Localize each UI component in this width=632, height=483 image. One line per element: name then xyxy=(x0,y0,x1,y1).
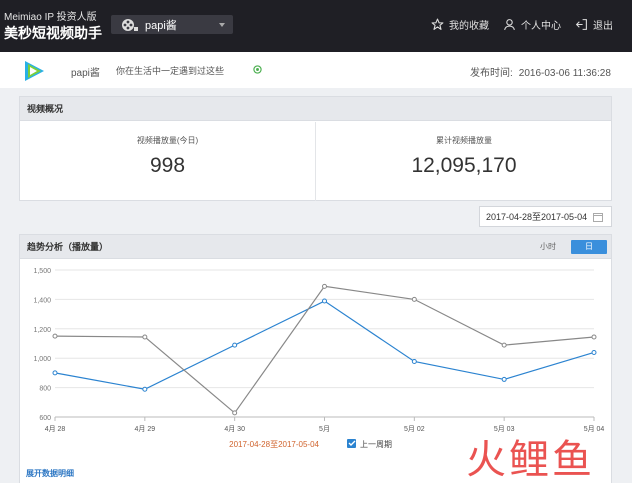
logout-label: 退出 xyxy=(593,21,613,32)
legend-previous-label: 上一周期 xyxy=(360,440,392,449)
brand-title: 美秒短视频助手 xyxy=(4,25,102,41)
trend-line-chart: 1,500 1,400 1,200 1,000 800 600 4月 28 4月 29 4月 3… xyxy=(33,268,605,449)
publish-time: 发布时间: 2016-03-06 11:36:28 xyxy=(470,64,611,79)
granularity-hour-button[interactable]: 小时 xyxy=(532,240,564,254)
publish-time-label: 发布时间: xyxy=(470,68,513,79)
x-tick-label: 4月 29 xyxy=(135,425,156,433)
series-point-0 xyxy=(322,298,327,304)
y-tick-label: 800 xyxy=(39,386,51,393)
y-tick-label: 1,200 xyxy=(33,327,51,334)
x-tick-label: 4月 28 xyxy=(45,425,66,433)
series-point-1 xyxy=(411,296,417,302)
film-reel-icon xyxy=(122,18,138,31)
calendar-icon xyxy=(593,213,603,222)
date-range-picker[interactable]: 2017-04-28至2017-05-04 xyxy=(479,206,612,227)
today-plays-value: 998 xyxy=(149,154,186,177)
brand[interactable]: Meimiao IP 投资人版 美秒短视频助手 xyxy=(4,12,102,41)
x-tick-label: 5月 04 xyxy=(584,425,605,433)
publish-time-value: 2016-03-06 11:36:28 xyxy=(518,68,611,79)
today-plays-stat: 视频播放量(今日) 998 xyxy=(20,122,316,201)
x-tick-label: 4月 30 xyxy=(224,425,245,433)
legend-current-label: 2017-04-28至2017-05-04 xyxy=(229,440,319,449)
series-point-0 xyxy=(52,370,58,376)
top-bar: Meimiao IP 投资人版 美秒短视频助手 papi酱 我的收藏 个人中心 … xyxy=(0,0,632,52)
series-point-0 xyxy=(232,342,238,348)
series-point-0 xyxy=(411,358,417,364)
video-author: papi酱 xyxy=(71,68,100,79)
y-tick-label: 1,000 xyxy=(33,356,51,363)
profile-label: 个人中心 xyxy=(521,21,561,32)
x-tick-label: 5月 03 xyxy=(494,425,515,433)
watermark-logo: 火鲤鱼 xyxy=(466,437,595,483)
video-info-row: papi酱 你在生活中一定遇到过这些 发布时间: 2016-03-06 11:36… xyxy=(0,52,632,88)
overview-title: 视频概况 xyxy=(20,97,611,121)
series-point-1 xyxy=(142,334,148,340)
tencent-video-logo-icon xyxy=(25,61,44,81)
favorites-label: 我的收藏 xyxy=(449,21,489,32)
series-point-1 xyxy=(232,410,238,416)
video-overview-panel: 视频概况 视频播放量(今日) 998 累计视频播放量 12,095,170 xyxy=(19,96,612,201)
logout-link[interactable]: 退出 xyxy=(575,17,613,32)
logout-icon xyxy=(575,19,587,30)
date-range-value: 2017-04-28至2017-05-04 xyxy=(486,212,588,222)
series-point-1 xyxy=(501,342,507,348)
legend-checkbox xyxy=(347,439,356,448)
x-tick-label: 5月 02 xyxy=(404,425,425,433)
brand-subtitle: Meimiao IP 投资人版 xyxy=(4,12,97,23)
trend-title: 趋势分析（播放量） xyxy=(20,235,611,259)
chevron-down-icon xyxy=(219,22,225,27)
series-point-0 xyxy=(591,349,597,355)
total-plays-label: 累计视频播放量 xyxy=(436,136,492,145)
favorites-link[interactable]: 我的收藏 xyxy=(431,17,489,32)
series-point-1 xyxy=(52,333,58,339)
y-tick-label: 1,400 xyxy=(33,297,51,304)
series-line-0 xyxy=(54,300,595,390)
x-tick-label: 5月 xyxy=(319,425,330,433)
video-title: 你在生活中一定遇到过这些 xyxy=(116,66,225,76)
series-point-1 xyxy=(322,283,327,289)
series-point-0 xyxy=(501,376,507,382)
series-point-0 xyxy=(142,386,148,392)
today-plays-label: 视频播放量(今日) xyxy=(136,136,199,145)
user-icon xyxy=(504,19,515,31)
y-tick-label: 600 xyxy=(39,415,51,422)
star-icon xyxy=(431,18,444,30)
total-plays-value: 12,095,170 xyxy=(411,154,517,177)
expand-data-details-link[interactable]: 展开数据明细 xyxy=(26,468,74,479)
play-status-icon xyxy=(253,65,262,74)
account-select[interactable]: papi酱 xyxy=(111,15,233,34)
profile-link[interactable]: 个人中心 xyxy=(503,17,561,32)
series-point-1 xyxy=(591,334,597,340)
account-name: papi酱 xyxy=(145,19,177,32)
y-tick-label: 1,500 xyxy=(33,268,51,275)
total-plays-stat: 累计视频播放量 12,095,170 xyxy=(316,122,612,201)
series-line-1 xyxy=(54,285,595,414)
granularity-day-button[interactable]: 日 xyxy=(571,240,607,254)
